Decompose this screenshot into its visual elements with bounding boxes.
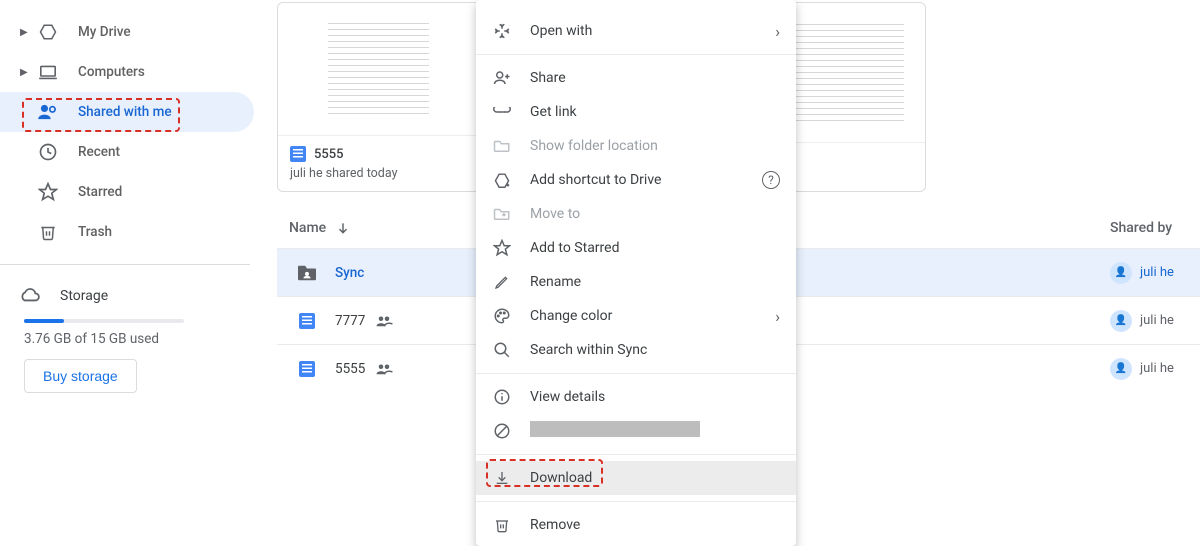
trash-icon [492, 516, 512, 534]
sidebar-item-recent[interactable]: Recent [0, 132, 254, 172]
sort-arrow-down-icon[interactable] [336, 221, 350, 235]
sidebar-item-label: My Drive [78, 24, 131, 40]
pencil-icon [492, 274, 512, 290]
menu-move-to: Move to [476, 197, 796, 231]
row-shared-by: juli he [1140, 313, 1174, 328]
cloud-icon [18, 288, 42, 304]
sidebar-item-computers[interactable]: ▶ Computers [0, 52, 254, 92]
shared-people-icon [375, 363, 393, 375]
sidebar-item-label: Trash [78, 224, 112, 240]
avatar: 👤 [1110, 358, 1132, 380]
suggested-doc-card[interactable]: 5555 juli he shared today [277, 2, 480, 192]
drive-icon [36, 23, 60, 41]
avatar: 👤 [1110, 310, 1132, 332]
doc-card-title: 5555 [314, 147, 344, 162]
sidebar: ▶ My Drive ▶ Computers Shared with me [0, 0, 255, 535]
menu-change-color[interactable]: Change color › [476, 299, 796, 333]
menu-view-details[interactable]: View details [476, 380, 796, 414]
shared-folder-icon [295, 264, 319, 282]
sidebar-item-storage[interactable]: Storage [0, 281, 254, 311]
folder-icon [492, 139, 512, 153]
info-icon [492, 388, 512, 406]
context-menu: Open with › Share Get link Show folder l… [476, 0, 796, 546]
google-docs-icon [295, 313, 319, 329]
star-icon [492, 239, 512, 257]
person-add-icon [492, 70, 512, 86]
sidebar-item-label: Recent [78, 144, 120, 160]
expand-caret-icon[interactable]: ▶ [20, 67, 32, 78]
storage-usage-text: 3.76 GB of 15 GB used [0, 331, 254, 347]
people-icon [36, 104, 60, 120]
search-icon [492, 341, 512, 359]
avatar: 👤 [1110, 262, 1132, 284]
google-docs-icon [290, 146, 306, 162]
storage-bar [24, 319, 184, 323]
row-shared-by: juli he [1140, 265, 1174, 280]
menu-share[interactable]: Share [476, 61, 796, 95]
menu-remove[interactable]: Remove [476, 508, 796, 542]
menu-open-with[interactable]: Open with › [476, 14, 796, 48]
google-docs-icon [295, 361, 319, 377]
sidebar-item-my-drive[interactable]: ▶ My Drive [0, 12, 254, 52]
menu-add-shortcut[interactable]: Add shortcut to Drive ? [476, 163, 796, 197]
storage-bar-fill [24, 319, 64, 323]
clock-icon [36, 142, 60, 162]
column-shared-by[interactable]: Shared by [1110, 220, 1200, 236]
star-icon [36, 182, 60, 202]
trash-icon [36, 222, 60, 242]
menu-get-link[interactable]: Get link [476, 95, 796, 129]
shared-people-icon [375, 315, 393, 327]
column-name[interactable]: Name [289, 220, 326, 236]
help-icon[interactable]: ? [762, 171, 780, 189]
expand-caret-icon[interactable]: ▶ [20, 27, 32, 38]
download-icon [492, 470, 512, 486]
sidebar-item-label: Computers [78, 64, 145, 80]
row-name: 7777 [335, 313, 365, 329]
divider [0, 264, 250, 265]
redacted-label [530, 421, 700, 437]
sidebar-item-label: Starred [78, 184, 122, 200]
open-with-icon [492, 22, 512, 40]
row-name: 5555 [335, 361, 365, 377]
menu-search-within[interactable]: Search within Sync [476, 333, 796, 367]
menu-show-folder-location: Show folder location [476, 129, 796, 163]
drive-shortcut-icon [492, 172, 512, 188]
menu-redacted[interactable] [476, 414, 796, 448]
sidebar-item-shared-with-me[interactable]: Shared with me [0, 92, 254, 132]
block-icon [492, 422, 512, 440]
sidebar-item-starred[interactable]: Starred [0, 172, 254, 212]
sidebar-item-label: Shared with me [78, 104, 172, 120]
computer-icon [36, 64, 60, 80]
palette-icon [492, 307, 512, 325]
link-icon [492, 107, 512, 117]
menu-download[interactable]: Download [476, 461, 796, 495]
chevron-right-icon: › [775, 22, 780, 41]
row-name: Sync [335, 265, 364, 281]
doc-card-subtitle: juli he shared today [290, 166, 467, 181]
buy-storage-button[interactable]: Buy storage [24, 359, 137, 393]
menu-add-to-starred[interactable]: Add to Starred [476, 231, 796, 265]
menu-rename[interactable]: Rename [476, 265, 796, 299]
chevron-right-icon: › [775, 307, 780, 326]
move-icon [492, 207, 512, 221]
row-shared-by: juli he [1140, 361, 1174, 376]
doc-preview [278, 3, 479, 136]
sidebar-item-trash[interactable]: Trash [0, 212, 254, 252]
storage-label: Storage [60, 288, 108, 304]
